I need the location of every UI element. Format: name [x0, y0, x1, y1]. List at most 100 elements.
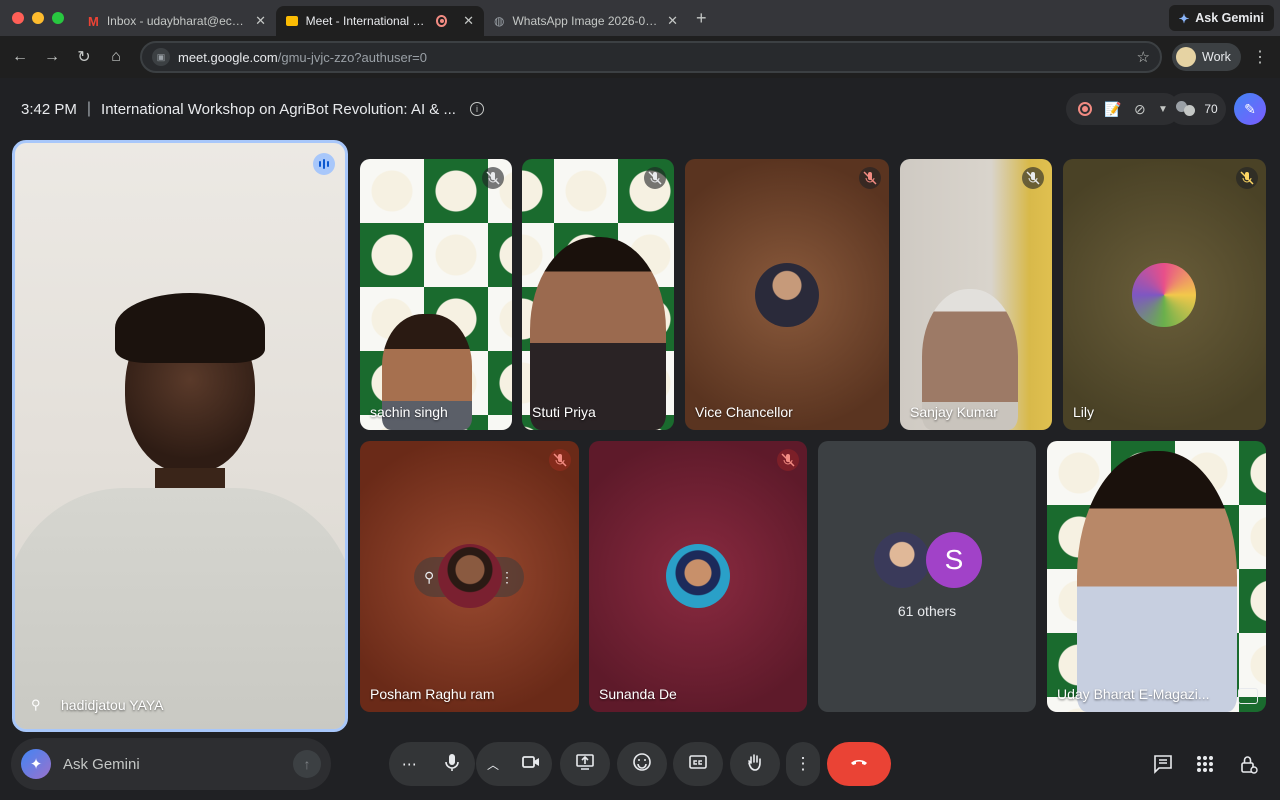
- participant-avatar: [755, 263, 819, 327]
- chevron-down-icon[interactable]: ▼: [1158, 104, 1168, 115]
- captions-icon: [688, 752, 708, 777]
- window-controls: [12, 12, 64, 24]
- profile-button[interactable]: Work: [1172, 43, 1241, 71]
- close-window-button[interactable]: [12, 12, 24, 24]
- close-tab-icon[interactable]: ✕: [667, 13, 678, 29]
- raise-hand-icon: [745, 752, 765, 777]
- participant-tile[interactable]: Sunanda De: [589, 441, 807, 712]
- tab-inbox[interactable]: M Inbox - udaybharat@ecofasta ✕: [78, 6, 276, 36]
- pin-icon[interactable]: ⚲: [424, 569, 434, 586]
- speaker-name: hadidjatou YAYA: [61, 697, 164, 713]
- participant-name: Sunanda De: [599, 686, 677, 702]
- bookmark-star-icon[interactable]: ☆: [1137, 48, 1150, 66]
- participant-tile[interactable]: Sanjay Kumar: [900, 159, 1052, 430]
- participant-tile[interactable]: Stuti Priya: [522, 159, 674, 430]
- tab-title: Inbox - udaybharat@ecofasta: [106, 14, 247, 28]
- speaker-hair: [115, 293, 265, 363]
- participants-button[interactable]: 70: [1168, 93, 1226, 125]
- meet-icon: [286, 16, 298, 26]
- address-bar[interactable]: ▣ meet.google.com/gmu-jvjc-zzo?authuser=…: [140, 41, 1162, 73]
- emoji-icon: [632, 752, 652, 777]
- participant-name: Lily: [1073, 404, 1095, 420]
- more-options-button[interactable]: ⋮: [786, 742, 820, 786]
- meeting-time: 3:42 PM: [21, 100, 77, 118]
- maximize-window-button[interactable]: [52, 12, 64, 24]
- meeting-info-icon[interactable]: i: [469, 102, 484, 116]
- muted-mic-icon: [777, 449, 799, 471]
- captions-button[interactable]: [673, 742, 723, 786]
- participant-count: 70: [1204, 102, 1218, 116]
- send-arrow-icon[interactable]: ↑: [293, 750, 321, 778]
- present-screen-button[interactable]: [560, 742, 610, 786]
- gmail-icon: M: [88, 13, 99, 29]
- recording-indicator-icon[interactable]: [1078, 102, 1093, 116]
- host-controls-lock-icon[interactable]: [1235, 750, 1261, 778]
- tab-meet[interactable]: Meet - International Worksh ✕: [276, 6, 484, 36]
- notes-icon[interactable]: 📝: [1104, 101, 1121, 118]
- participant-name: Uday Bharat E-Magazi...: [1057, 686, 1210, 702]
- minimize-window-button[interactable]: [32, 12, 44, 24]
- reload-icon[interactable]: ↻: [68, 47, 100, 67]
- recording-icon: [436, 15, 448, 27]
- participant-tile[interactable]: ⚲ ⋮ Posham Raghu ram: [360, 441, 579, 712]
- participant-tile[interactable]: Uday Bharat E-Magazi...: [1047, 441, 1266, 712]
- globe-icon: ◍: [494, 14, 505, 28]
- participant-tile[interactable]: sachin singh: [360, 159, 512, 430]
- participant-name: Posham Raghu ram: [370, 686, 495, 702]
- close-tab-icon[interactable]: ✕: [255, 13, 266, 29]
- muted-mic-icon: [482, 167, 504, 189]
- present-screen-icon: [575, 752, 595, 777]
- tab-whatsapp-image[interactable]: ◍ WhatsApp Image 2026-06-05 ✕: [484, 6, 688, 36]
- muted-mic-icon: [859, 167, 881, 189]
- reactions-button[interactable]: [617, 742, 667, 786]
- raise-hand-button[interactable]: [730, 742, 780, 786]
- muted-mic-icon: [1236, 167, 1258, 189]
- more-options-icon[interactable]: ⋮: [500, 569, 514, 586]
- camera-icon[interactable]: [521, 752, 541, 777]
- audio-options-icon[interactable]: ⋯: [402, 755, 417, 773]
- speaker-shirt: [15, 488, 345, 729]
- participant-name: sachin singh: [370, 404, 448, 420]
- url-path: /gmu-jvjc-zzo?authuser=0: [277, 49, 427, 65]
- gemini-meet-icon[interactable]: ✎: [1234, 93, 1266, 125]
- people-icon: [1176, 101, 1196, 117]
- participant-face: [530, 237, 666, 430]
- chat-icon[interactable]: [1150, 750, 1176, 778]
- forward-icon[interactable]: →: [36, 48, 68, 66]
- chevron-up-icon[interactable]: ︿: [487, 756, 499, 773]
- microphone-icon[interactable]: [442, 752, 462, 777]
- end-call-icon: [849, 752, 869, 777]
- captions-off-icon[interactable]: ⊘: [1134, 101, 1146, 118]
- ask-gemini-bar[interactable]: ✦ Ask Gemini ↑: [11, 738, 331, 790]
- site-info-icon[interactable]: ▣: [152, 48, 170, 66]
- home-icon[interactable]: ⌂: [100, 48, 132, 66]
- activities-icon[interactable]: [1192, 750, 1218, 778]
- profile-avatar: [1176, 47, 1196, 67]
- pin-icon[interactable]: ⚲: [31, 697, 41, 713]
- others-count-label: 61 others: [897, 603, 957, 619]
- muted-mic-icon: [1022, 167, 1044, 189]
- browser-tab-bar: M Inbox - udaybharat@ecofasta ✕ Meet - I…: [0, 0, 1280, 36]
- new-tab-icon[interactable]: +: [696, 8, 707, 29]
- participant-name: Vice Chancellor: [695, 404, 793, 420]
- browser-menu-icon[interactable]: ⋮: [1252, 47, 1268, 67]
- participant-avatar: [1132, 263, 1196, 327]
- meeting-header: 3:42 PM | International Workshop on Agri…: [0, 78, 1280, 140]
- meeting-title: International Workshop on AgriBot Revolu…: [101, 100, 456, 118]
- host-controls-group: 📝 ⊘ ▼: [1066, 93, 1180, 125]
- more-options-icon: ⋮: [794, 754, 812, 773]
- gemini-icon: ✦: [21, 749, 51, 779]
- mic-control-group: ⋯: [389, 742, 475, 786]
- tab-title: Meet - International Worksh: [305, 14, 429, 28]
- ask-gemini-browser-button[interactable]: ✦ Ask Gemini: [1168, 5, 1274, 31]
- leave-call-button[interactable]: [827, 742, 891, 786]
- back-icon[interactable]: ←: [4, 48, 36, 66]
- participant-avatar: [438, 544, 502, 608]
- others-tile[interactable]: S 61 others: [818, 441, 1036, 712]
- participant-tile[interactable]: Vice Chancellor: [685, 159, 889, 430]
- close-tab-icon[interactable]: ✕: [463, 13, 474, 29]
- ask-gemini-label: Ask Gemini: [1195, 11, 1264, 25]
- main-speaker-tile[interactable]: ⚲ hadidjatou YAYA: [12, 140, 348, 732]
- tab-title: WhatsApp Image 2026-06-05: [512, 14, 660, 28]
- participant-tile[interactable]: Lily: [1063, 159, 1266, 430]
